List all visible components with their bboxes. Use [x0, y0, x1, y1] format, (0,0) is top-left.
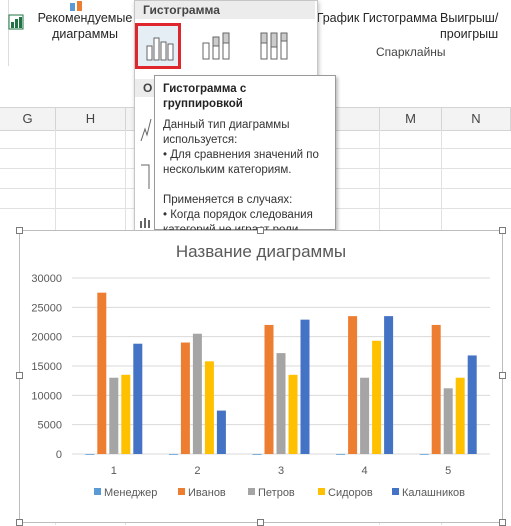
- dropdown-section-header: Гистограмма: [135, 1, 315, 19]
- column-header-h[interactable]: H: [56, 108, 126, 130]
- bar-Калашников-5[interactable]: [467, 355, 477, 454]
- sparkline-column-button[interactable]: Гистограмма: [362, 10, 438, 26]
- tooltip-usage-heading: Данный тип диаграммы используется:: [163, 119, 290, 146]
- y-tick-label: 20000: [31, 332, 62, 344]
- bar-Петров-5[interactable]: [443, 388, 453, 454]
- sparklines-group-label: Спарклайны: [376, 45, 446, 59]
- legend-swatch: [178, 488, 185, 495]
- bar-Петров-3[interactable]: [276, 353, 286, 454]
- column-header-g[interactable]: G: [0, 108, 56, 130]
- y-tick-label: 5000: [38, 420, 62, 432]
- stacked-column-option[interactable]: [195, 23, 241, 69]
- bar-Менеджер-5[interactable]: [419, 453, 429, 455]
- y-tick-label: 10000: [31, 390, 62, 402]
- x-tick-label: 4: [362, 465, 368, 477]
- y-tick-label: 0: [56, 449, 62, 461]
- bar-Сидоров-5[interactable]: [455, 377, 465, 454]
- column-header-l[interactable]: [336, 108, 380, 130]
- legend-entry[interactable]: Менеджер: [104, 487, 157, 499]
- x-tick-label: 3: [278, 465, 284, 477]
- chart-svg: Название диаграммы 0 5000 10000 15000 20000 2…: [31, 242, 490, 499]
- bar-Сидоров-4[interactable]: [372, 340, 382, 454]
- y-tick-label: 30000: [31, 273, 62, 285]
- bar-Сидоров-1[interactable]: [121, 374, 131, 454]
- bar-Калашников-2[interactable]: [216, 410, 226, 454]
- stacked100-column-option[interactable]: [253, 23, 299, 69]
- y-tick-label: 25000: [31, 302, 62, 314]
- chart-object[interactable]: Название диаграммы 0 5000 10000 15000 20000 2…: [16, 227, 506, 526]
- pivot-chart-icon: [8, 14, 24, 30]
- chart-type-tooltip: Гистограмма с группировкой Данный тип ди…: [154, 75, 336, 236]
- bar-Иванов-4[interactable]: [348, 316, 358, 454]
- bar-Иванов-3[interactable]: [264, 324, 274, 454]
- legend-swatch: [248, 488, 255, 495]
- 3d-column-icon[interactable]: [139, 111, 153, 148]
- x-tick-label: 5: [445, 465, 451, 477]
- bar-Калашников-1[interactable]: [133, 343, 143, 454]
- bar-Петров-4[interactable]: [360, 377, 370, 454]
- chart-title[interactable]: Название диаграммы: [176, 242, 346, 261]
- legend-entry[interactable]: Сидоров: [328, 487, 373, 499]
- recommended-charts-icon: [70, 0, 90, 11]
- bar-Менеджер-4[interactable]: [336, 453, 346, 455]
- bar-Менеджер-3[interactable]: [252, 453, 262, 455]
- legend-entry[interactable]: Калашников: [402, 487, 465, 499]
- bar-Петров-1[interactable]: [109, 377, 119, 454]
- bar-Сидоров-2[interactable]: [204, 361, 214, 454]
- bar-Менеджер-2[interactable]: [168, 453, 178, 455]
- column-header-n[interactable]: N: [442, 108, 511, 130]
- legend-entry[interactable]: Петров: [258, 487, 295, 499]
- clustered-column-icon: [144, 32, 174, 67]
- x-tick-label: 2: [194, 465, 200, 477]
- scroll-left-button[interactable]: [0, 0, 9, 66]
- bar-Иванов-5[interactable]: [431, 324, 441, 454]
- tooltip-when-heading: Применяется в случаях:: [163, 194, 293, 206]
- bar-Иванов-1[interactable]: [97, 292, 107, 454]
- bar-Менеджер-1[interactable]: [85, 453, 95, 455]
- legend-swatch: [94, 488, 101, 495]
- bar-Калашников-4[interactable]: [384, 316, 394, 454]
- tooltip-usage-item: • Для сравнения значений по нескольким к…: [163, 149, 319, 176]
- tooltip-title: Гистограмма с группировкой: [163, 83, 247, 110]
- legend-swatch: [392, 488, 399, 495]
- bar-Иванов-2[interactable]: [180, 342, 190, 454]
- clustered-column-option[interactable]: [135, 23, 181, 69]
- recommended-charts-label: Рекомендуемые диаграммы: [37, 11, 133, 41]
- bar-Петров-2[interactable]: [192, 333, 202, 454]
- y-tick-label: 15000: [31, 361, 62, 373]
- column-header-m[interactable]: M: [380, 108, 442, 130]
- stacked-column-icon: [201, 29, 233, 66]
- sparkline-line-button[interactable]: График: [316, 10, 360, 26]
- stacked100-column-icon: [259, 29, 291, 66]
- 3d-stacked-icon[interactable]: [139, 159, 153, 196]
- bar-Сидоров-3[interactable]: [288, 374, 298, 454]
- legend-swatch: [318, 488, 325, 495]
- sparkline-winloss-button[interactable]: Выигрыш/ проигрыш: [440, 10, 508, 42]
- x-tick-label: 1: [111, 465, 117, 477]
- recommended-charts-button[interactable]: Рекомендуемые диаграммы: [36, 0, 134, 66]
- bar-Калашников-3[interactable]: [300, 319, 310, 454]
- legend-entry[interactable]: Иванов: [188, 487, 226, 499]
